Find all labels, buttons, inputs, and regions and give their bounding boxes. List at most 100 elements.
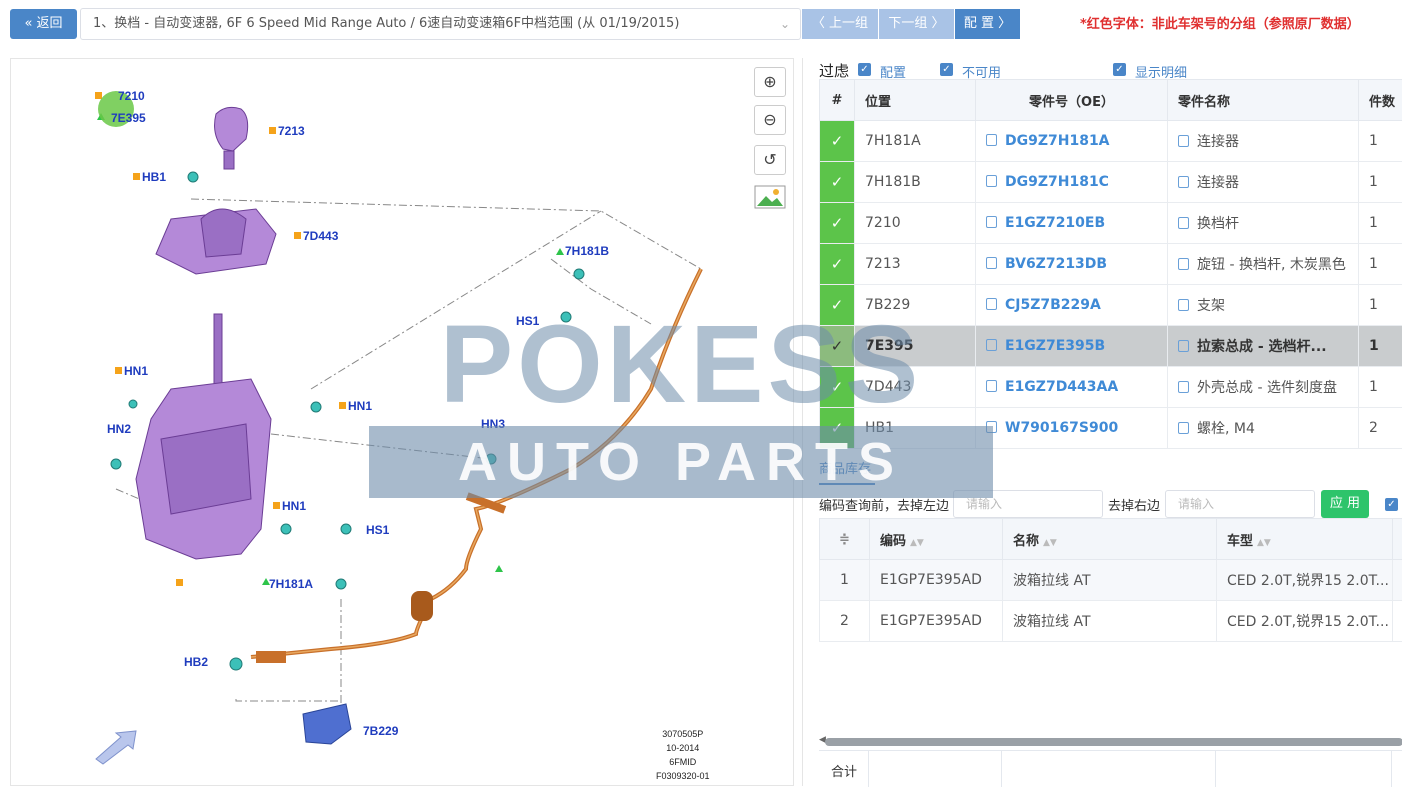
part-oe-cell[interactable]: BV6Z7213DB (976, 244, 1168, 285)
callout-label[interactable]: 7210 (118, 89, 145, 103)
parts-row[interactable]: ✓7E395E1GZ7E395B拉索总成 - 选档杆...1 (820, 326, 1402, 367)
row-check-icon[interactable]: ✓ (820, 367, 855, 408)
part-oe[interactable]: DG9Z7H181C (1005, 174, 1109, 190)
row-check-icon[interactable]: ✓ (820, 162, 855, 203)
copy-icon[interactable] (1178, 176, 1189, 188)
part-oe-cell[interactable]: E1GZ7E395B (976, 326, 1168, 367)
callout-label[interactable]: 7213 (278, 124, 305, 138)
col-stock-name[interactable]: 名称▲▼ (1003, 519, 1217, 560)
copy-icon[interactable] (986, 298, 997, 310)
copy-icon[interactable] (1178, 381, 1189, 393)
callout-label[interactable]: HN1 (124, 364, 148, 378)
part-oe[interactable]: E1GZ7E395B (1005, 338, 1105, 354)
zoom-in-button[interactable]: ⊕ (754, 67, 786, 97)
filter-config-checkbox[interactable]: ✓ (858, 63, 871, 76)
back-button[interactable]: « 返回 (10, 9, 77, 39)
stock-extra (1393, 601, 1402, 642)
col-model[interactable]: 车型▲▼ (1217, 519, 1393, 560)
part-oe-cell[interactable]: E1GZ7D443AA (976, 367, 1168, 408)
row-check-icon[interactable]: ✓ (820, 203, 855, 244)
copy-icon[interactable] (1178, 135, 1189, 147)
parts-row[interactable]: ✓7D443E1GZ7D443AA外壳总成 - 选件刻度盘1 (820, 367, 1402, 408)
tab-stock[interactable]: 商品库存 (819, 458, 871, 477)
row-check-icon[interactable]: ✓ (820, 408, 855, 449)
strip-left-input[interactable]: 请输入 (953, 490, 1103, 518)
part-oe[interactable]: E1GZ7210EB (1005, 215, 1105, 231)
row-check-icon[interactable]: ✓ (820, 244, 855, 285)
callout-label[interactable]: HN2 (107, 422, 131, 436)
apply-button[interactable]: 应 用 (1321, 490, 1369, 518)
callout-label[interactable]: HS1 (366, 523, 389, 537)
parts-row[interactable]: ✓7213BV6Z7213DB旋钮 - 换档杆, 木炭黑色1 (820, 244, 1402, 285)
part-oe-cell[interactable]: DG9Z7H181C (976, 162, 1168, 203)
total-cell (1002, 751, 1216, 787)
copy-icon[interactable] (986, 339, 997, 351)
col-code[interactable]: 编码▲▼ (870, 519, 1003, 560)
strip-right-input[interactable]: 请输入 (1165, 490, 1315, 518)
part-oe[interactable]: CJ5Z7B229A (1005, 297, 1101, 313)
callout-label[interactable]: 7E395 (111, 111, 146, 125)
stock-option-checkbox[interactable]: ✓ (1385, 498, 1398, 511)
parts-row[interactable]: ✓7B229CJ5Z7B229A支架1 (820, 285, 1402, 326)
col-position[interactable]: 位置 (855, 80, 976, 121)
copy-icon[interactable] (986, 380, 997, 392)
copy-icon[interactable] (986, 175, 997, 187)
zoom-out-button[interactable]: ⊖ (754, 105, 786, 135)
col-oe[interactable]: 零件号（OE） (976, 80, 1168, 121)
callout-label[interactable]: 7H181B (565, 244, 609, 258)
callout-label[interactable]: HN1 (282, 499, 306, 513)
part-oe[interactable]: W790167S900 (1005, 420, 1118, 436)
part-oe-cell[interactable]: W790167S900 (976, 408, 1168, 449)
copy-icon[interactable] (986, 134, 997, 146)
part-name-cell: 换档杆 (1168, 203, 1359, 244)
part-oe-cell[interactable]: E1GZ7210EB (976, 203, 1168, 244)
callout-label[interactable]: 7B229 (363, 724, 398, 738)
config-button[interactable]: 配 置 〉 (954, 9, 1020, 39)
callout-label[interactable]: 7D443 (303, 229, 338, 243)
row-check-icon[interactable]: ✓ (820, 326, 855, 367)
col-qty[interactable]: 件数 (1359, 80, 1402, 121)
row-check-icon[interactable]: ✓ (820, 121, 855, 162)
part-oe-cell[interactable]: CJ5Z7B229A (976, 285, 1168, 326)
copy-icon[interactable] (1178, 422, 1189, 434)
reset-view-button[interactable]: ↺ (754, 145, 786, 175)
next-group-button[interactable]: 下一组 〉 (878, 9, 954, 39)
filter-unavailable-checkbox[interactable]: ✓ (940, 63, 953, 76)
parts-row[interactable]: ✓7H181ADG9Z7H181A连接器1 (820, 121, 1402, 162)
callout-label[interactable]: HB2 (184, 655, 208, 669)
callout-label[interactable]: HS1 (516, 314, 539, 328)
total-row: 合计 (819, 750, 1402, 786)
part-oe[interactable]: BV6Z7213DB (1005, 256, 1107, 272)
stock-row[interactable]: 1E1GP7E395AD波箱拉线 ATCED 2.0T,锐界15 2.0T... (820, 560, 1402, 601)
part-name: 连接器 (1197, 175, 1239, 191)
copy-icon[interactable] (986, 421, 997, 433)
parts-row[interactable]: ✓7H181BDG9Z7H181C连接器1 (820, 162, 1402, 203)
tab-underline (819, 483, 875, 485)
parts-row[interactable]: ✓7210E1GZ7210EB换档杆1 (820, 203, 1402, 244)
copy-icon[interactable] (986, 216, 997, 228)
stock-row[interactable]: 2E1GP7E395AD波箱拉线 ATCED 2.0T,锐界15 2.0T... (820, 601, 1402, 642)
copy-icon[interactable] (1178, 258, 1189, 270)
filter-details-checkbox[interactable]: ✓ (1113, 63, 1126, 76)
callout-label[interactable]: HB1 (142, 170, 166, 184)
callout-label[interactable]: HN1 (348, 399, 372, 413)
prev-group-button[interactable]: 〈 上一组 (802, 9, 878, 39)
part-oe[interactable]: E1GZ7D443AA (1005, 379, 1118, 395)
parts-row[interactable]: ✓HB1W790167S900螺栓, M42 (820, 408, 1402, 449)
copy-icon[interactable] (1178, 299, 1189, 311)
horizontal-scrollbar[interactable] (825, 738, 1402, 746)
copy-icon[interactable] (1178, 340, 1189, 352)
stock-code: E1GP7E395AD (870, 560, 1003, 601)
group-selector[interactable]: 1、换档 - 自动变速器, 6F 6 Speed Mid Range Auto … (80, 8, 801, 40)
copy-icon[interactable] (1178, 217, 1189, 229)
exploded-diagram[interactable]: ⊕ ⊖ ↺ 7210 7E395 7213 HB1 7D443 7H181B H… (10, 58, 794, 786)
column-settings-icon[interactable]: ≑ (820, 519, 870, 560)
row-check-icon[interactable]: ✓ (820, 285, 855, 326)
part-oe[interactable]: DG9Z7H181A (1005, 133, 1110, 149)
image-view-button[interactable] (754, 185, 786, 215)
callout-label[interactable]: 7H181A (269, 577, 313, 591)
part-oe-cell[interactable]: DG9Z7H181A (976, 121, 1168, 162)
callout-label[interactable]: HN3 (481, 417, 505, 431)
copy-icon[interactable] (986, 257, 997, 269)
col-name[interactable]: 零件名称 (1168, 80, 1359, 121)
